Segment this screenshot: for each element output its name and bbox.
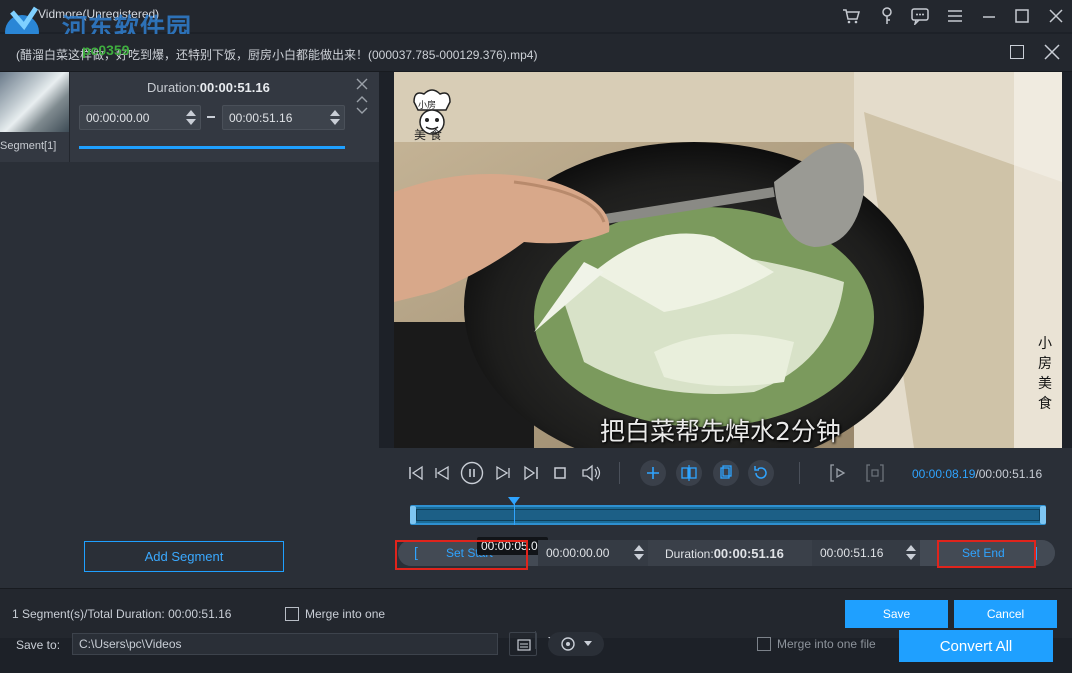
current-time: 00:00:08.19	[912, 467, 976, 481]
move-down-icon[interactable]	[356, 106, 368, 116]
segment-duration-value: 00:00:51.16	[199, 80, 270, 95]
folder-icon	[517, 639, 531, 651]
watermark-url: pc0359	[82, 42, 130, 58]
trim-duration-value: 00:00:51.16	[713, 546, 784, 561]
timeline-selection	[416, 509, 1040, 521]
convert-all-button[interactable]: Convert All	[899, 630, 1053, 662]
maximize-icon[interactable]	[1011, 5, 1033, 27]
segment-range-bar	[79, 146, 345, 149]
segment-end-stepper[interactable]	[330, 109, 340, 127]
video-subtitle: 把白菜帮先焯水2分钟	[600, 417, 841, 446]
video-preview[interactable]: 小房 美 食 小房美食 把白菜帮先焯水2分钟	[394, 72, 1062, 448]
trim-duration: Duration:00:00:51.16	[665, 546, 784, 561]
open-folder-button[interactable]	[509, 632, 537, 656]
gear-icon	[561, 637, 592, 651]
move-up-icon[interactable]	[356, 94, 368, 104]
segment-divider	[69, 72, 70, 162]
minimize-icon[interactable]	[978, 5, 1000, 27]
timeline-start-handle[interactable]	[410, 506, 416, 524]
controls-divider	[799, 462, 800, 484]
cart-icon[interactable]	[840, 5, 862, 27]
next-frame-icon[interactable]	[492, 462, 514, 484]
segment-start-field[interactable]: 00:00:00.00	[79, 105, 201, 130]
time-display: 00:00:08.19/00:00:51.16	[912, 467, 1042, 481]
set-start-point-icon[interactable]	[828, 462, 850, 484]
stop-icon[interactable]	[549, 462, 571, 484]
save-button[interactable]: Save	[845, 600, 948, 628]
save-path-field[interactable]: C:\Users\pc\Videos	[72, 631, 558, 655]
segment-duration: Duration:00:00:51.16	[147, 80, 270, 95]
close-icon[interactable]	[1045, 5, 1067, 27]
time-range-dash	[207, 116, 215, 118]
edit-maximize-icon[interactable]	[1010, 45, 1024, 59]
volume-icon[interactable]	[580, 462, 602, 484]
trim-start-field[interactable]: 00:00:00.00	[538, 540, 648, 566]
playhead-line	[513, 503, 516, 525]
segment-end-value: 00:00:51.16	[229, 111, 293, 125]
merge-file-checkbox[interactable]	[757, 637, 771, 651]
pause-icon[interactable]	[460, 461, 484, 485]
segment-panel: Segment[1] Duration:00:00:51.16 00:00:00…	[0, 72, 379, 588]
skip-to-end-icon[interactable]	[520, 462, 542, 484]
controls-divider	[619, 462, 620, 484]
save-to-label: Save to:	[16, 638, 61, 652]
menu-icon[interactable]	[944, 5, 966, 27]
video-frame-image	[394, 72, 1062, 448]
trim-duration-label: Duration:	[665, 547, 714, 561]
highlight-set-start	[395, 540, 528, 570]
reset-icon[interactable]	[748, 460, 774, 486]
segment-duration-label: Duration:	[147, 80, 200, 95]
highlight-set-end	[937, 540, 1036, 568]
split-icon[interactable]	[676, 460, 702, 486]
cancel-button[interactable]: Cancel	[954, 600, 1057, 628]
key-icon[interactable]	[876, 5, 898, 27]
player-controls: 00:00:08.19/00:00:51.16 [ Set Start 00:0…	[379, 448, 1072, 588]
settings-button[interactable]	[548, 632, 604, 656]
trim-end-stepper[interactable]	[906, 544, 916, 562]
segment-thumbnail	[0, 72, 69, 132]
segment-start-stepper[interactable]	[186, 109, 196, 127]
channel-logo-top-text: 小房	[418, 100, 437, 110]
previous-frame-icon[interactable]	[431, 462, 453, 484]
merge-checkbox[interactable]	[285, 607, 299, 621]
delete-segment-icon[interactable]	[355, 77, 369, 91]
segment-start-value: 00:00:00.00	[86, 111, 150, 125]
main-footer: Save to: C:\Users\pc\Videos Merge into o…	[0, 630, 1072, 673]
channel-logo-text: 美 食	[414, 128, 442, 142]
trim-start-stepper[interactable]	[634, 544, 644, 562]
merge-file-label: Merge into one file	[777, 637, 876, 651]
add-segment-button[interactable]: Add Segment	[84, 541, 284, 572]
trim-end-field[interactable]: 00:00:51.16	[812, 540, 920, 566]
segment-item[interactable]: Segment[1] Duration:00:00:51.16 00:00:00…	[0, 72, 379, 162]
merge-label: Merge into one	[305, 607, 386, 621]
chat-icon[interactable]	[909, 5, 931, 27]
save-path-value: C:\Users\pc\Videos	[79, 637, 182, 651]
skip-to-start-icon[interactable]	[405, 462, 427, 484]
channel-side-text: 小房美食	[1038, 336, 1052, 412]
edit-window-header: (醋溜白菜这样做，好吃到爆，还特别下饭，厨房小白都能做出来！(000037.78…	[0, 34, 1072, 72]
title-bar: Vidmore(Unregistered) 河东软件园	[0, 0, 1072, 49]
edit-close-icon[interactable]	[1043, 43, 1061, 61]
segment-summary: 1 Segment(s)/Total Duration: 00:00:51.16	[12, 607, 232, 621]
copy-segment-icon[interactable]	[713, 460, 739, 486]
total-time: /00:00:51.16	[975, 467, 1043, 481]
timeline-end-handle[interactable]	[1040, 506, 1046, 524]
segment-label: Segment[1]	[0, 140, 57, 152]
segment-end-field[interactable]: 00:00:51.16	[222, 105, 345, 130]
trim-start-value: 00:00:00.00	[546, 546, 610, 560]
timeline-track[interactable]	[410, 505, 1046, 525]
add-segment-icon[interactable]	[640, 460, 666, 486]
set-end-point-icon[interactable]	[864, 462, 886, 484]
trim-end-value: 00:00:51.16	[820, 546, 884, 560]
